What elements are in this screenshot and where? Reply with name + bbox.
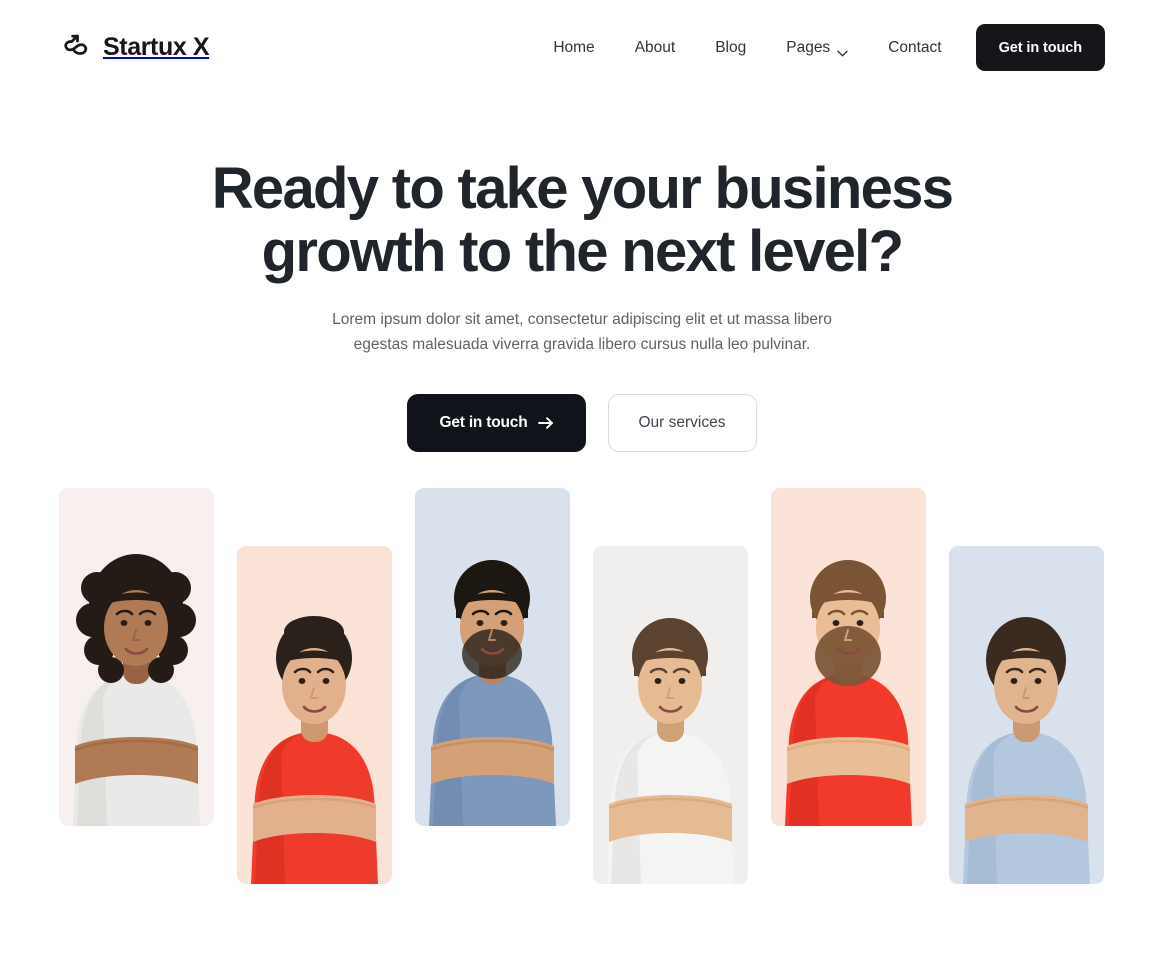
hero-our-services-button[interactable]: Our services [607,394,757,453]
hero-actions: Get in touch Our services [0,394,1164,453]
nav-item-label: Pages [786,38,831,56]
portrait-card-2[interactable] [237,546,392,884]
arrow-right-icon [537,416,554,430]
brand-name: Startux X [103,33,210,61]
nav-item-home[interactable]: Home [533,29,614,67]
nav-item-label: About [634,38,676,56]
nav-item-about[interactable]: About [615,29,696,67]
portrait-card-1[interactable] [59,488,214,826]
portrait-card-5[interactable] [771,488,926,826]
hero-subtitle: Lorem ipsum dolor sit amet, consectetur … [322,307,842,357]
nav-item-blog[interactable]: Blog [695,29,766,67]
chevron-down-icon [837,44,848,57]
hero-subtitle-line-1: Lorem ipsum dolor sit amet, consectetur … [332,311,832,329]
nav-item-label: Home [553,38,595,56]
hero-subtitle-line-2: egestas malesuada viverra gravida libero… [353,336,811,354]
nav-item-pages[interactable]: Pages [766,29,868,67]
hero-title-line-1: Ready to take your business [211,156,954,221]
portrait-card-6[interactable] [949,546,1104,884]
page-title: Ready to take your business growth to th… [182,95,982,283]
nav-item-label: Blog [715,38,747,56]
site-header: Startux X Home About Blog Pages Contact … [0,0,1164,95]
hero-section: Ready to take your business growth to th… [0,95,1164,453]
hero-title-line-2: growth to the next level? [261,218,904,284]
s-curve-arrow-icon [59,31,93,65]
hero-get-in-touch-button[interactable]: Get in touch [407,394,586,453]
portrait-card-3[interactable] [415,488,570,826]
main-navigation: Home About Blog Pages Contact Get in tou… [533,24,1105,71]
hero-primary-button-label: Get in touch [439,414,528,432]
nav-item-label: Contact [888,38,942,56]
landing-page: Startux X Home About Blog Pages Contact … [0,0,1164,978]
portrait-card-4[interactable] [593,546,748,884]
nav-item-contact[interactable]: Contact [868,29,961,67]
header-get-in-touch-button[interactable]: Get in touch [975,24,1105,71]
brand-logo[interactable]: Startux X [59,31,210,65]
